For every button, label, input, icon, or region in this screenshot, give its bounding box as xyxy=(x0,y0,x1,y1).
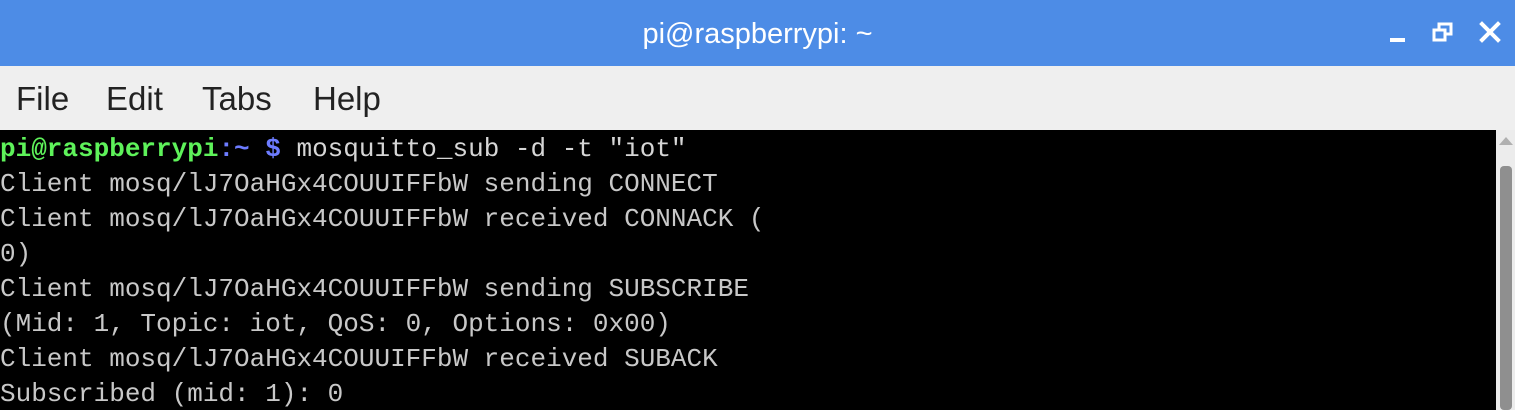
output-line: Client mosq/lJ7OaHGx4COUUIFFbW received … xyxy=(0,204,765,234)
scroll-up-arrow-icon[interactable] xyxy=(1499,137,1513,145)
title-bar[interactable]: pi@raspberrypi: ~ xyxy=(0,0,1515,66)
output-line: Client mosq/lJ7OaHGx4COUUIFFbW received … xyxy=(0,344,718,374)
prompt-path: :~ xyxy=(218,134,266,164)
maximize-icon xyxy=(1432,22,1453,42)
window-controls xyxy=(1355,0,1515,66)
output-line: (Mid: 1, Topic: iot, QoS: 0, Options: 0x… xyxy=(0,309,671,339)
minimize-button[interactable] xyxy=(1381,14,1415,50)
close-button[interactable] xyxy=(1473,14,1507,50)
terminal-window: pi@raspberrypi: ~ File Edit Tabs Help pi… xyxy=(0,0,1515,410)
command-text: mosquitto_sub -d -t "iot" xyxy=(280,134,687,164)
terminal-output[interactable]: pi@raspberrypi:~ $ mosquitto_sub -d -t "… xyxy=(0,130,1496,410)
prompt-symbol: $ xyxy=(265,134,281,164)
vertical-scrollbar[interactable] xyxy=(1496,130,1515,410)
menu-help[interactable]: Help xyxy=(313,66,381,130)
menu-bar: File Edit Tabs Help xyxy=(0,66,1515,130)
output-line: 0) xyxy=(0,239,32,269)
output-line: Client mosq/lJ7OaHGx4COUUIFFbW sending C… xyxy=(0,169,718,199)
output-line: Client mosq/lJ7OaHGx4COUUIFFbW sending S… xyxy=(0,274,749,304)
menu-file[interactable]: File xyxy=(16,66,69,130)
menu-edit[interactable]: Edit xyxy=(106,66,163,130)
prompt-line: pi@raspberrypi:~ $ mosquitto_sub -d -t "… xyxy=(0,132,687,167)
prompt-user: pi@raspberrypi xyxy=(0,134,219,164)
scrollbar-thumb[interactable] xyxy=(1500,166,1512,410)
output-line: Subscribed (mid: 1): 0 xyxy=(0,379,344,409)
minimize-icon xyxy=(1390,38,1405,42)
window-title: pi@raspberrypi: ~ xyxy=(642,18,873,50)
menu-tabs[interactable]: Tabs xyxy=(202,66,272,130)
close-icon xyxy=(1479,21,1501,43)
maximize-button[interactable] xyxy=(1427,14,1461,50)
